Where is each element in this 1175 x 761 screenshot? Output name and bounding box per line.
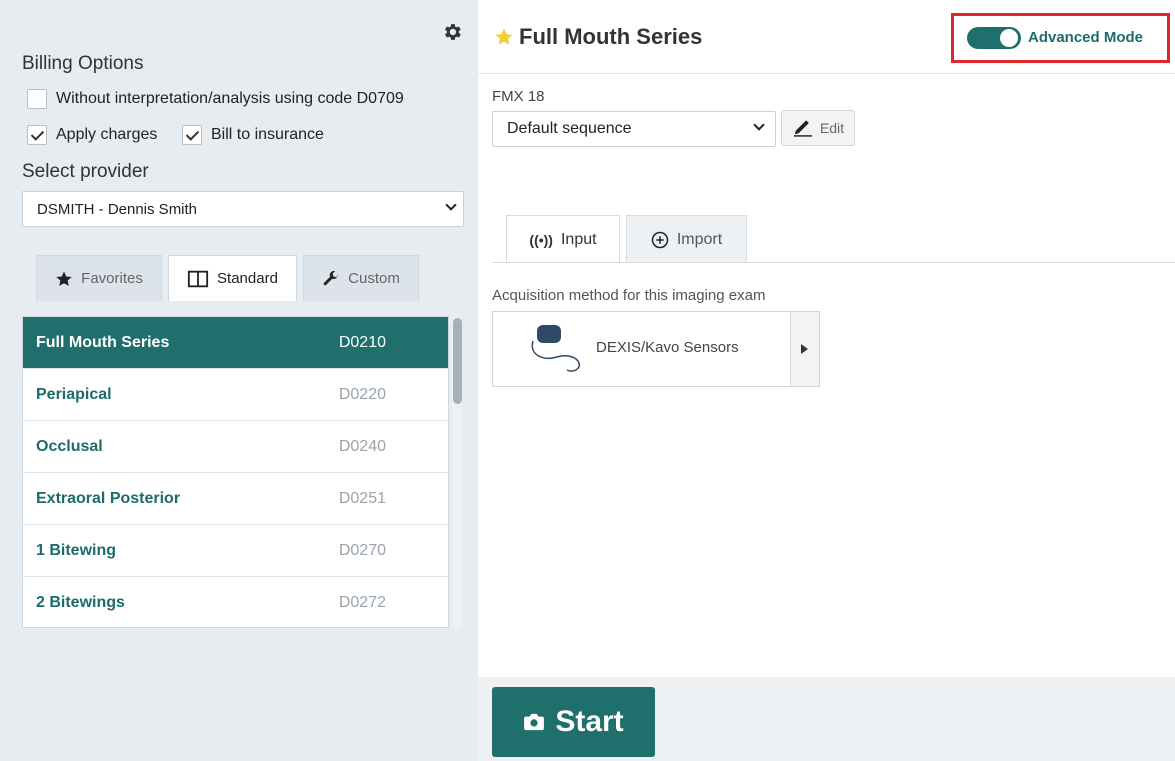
page-title: Full Mouth Series [519, 24, 703, 49]
tab-input-label: Input [560, 230, 597, 248]
list-item[interactable]: 1 Bitewing D0270 [23, 525, 448, 577]
apply-charges-checkbox[interactable] [27, 125, 47, 145]
tab-standard[interactable]: Standard [168, 255, 297, 301]
apply-charges-row[interactable]: Apply charges [27, 125, 157, 145]
list-item[interactable]: Periapical D0220 [23, 369, 448, 421]
exam-list-scroll-thumb[interactable] [453, 318, 462, 404]
tab-import[interactable]: Import [626, 215, 747, 263]
start-label: Start [555, 705, 624, 738]
exam-code: D0240 [338, 437, 386, 455]
exam-name: Periapical [36, 385, 112, 403]
edit-sequence-button[interactable]: Edit [781, 110, 855, 146]
tab-favorites[interactable]: Favorites [36, 255, 162, 301]
exam-name: 2 Bitewings [36, 593, 125, 611]
tab-input[interactable]: ((•)) Input [506, 215, 620, 263]
exam-code: D0270 [338, 541, 386, 559]
tab-import-label: Import [676, 230, 723, 248]
book-icon [187, 270, 209, 287]
provider-select[interactable]: DSMITH - Dennis Smith [22, 191, 464, 227]
acquisition-label: Acquisition method for this imaging exam [492, 287, 766, 304]
without-interpretation-row[interactable]: Without interpretation/analysis using co… [27, 89, 404, 109]
gear-icon[interactable] [441, 21, 463, 43]
exam-list: Full Mouth Series D0210 Periapical D0220… [22, 316, 449, 628]
sequence-selected-value: Default sequence [507, 120, 632, 137]
tab-standard-label: Standard [217, 270, 278, 287]
billing-options-title: Billing Options [22, 53, 144, 74]
tab-favorites-label: Favorites [81, 270, 143, 287]
sensor-icon [527, 323, 589, 375]
advanced-mode-label[interactable]: Advanced Mode [1028, 29, 1143, 46]
exam-name: 1 Bitewing [36, 541, 117, 559]
exam-code: D0251 [338, 489, 386, 507]
list-item[interactable]: 2 Bitewings D0272 [23, 577, 448, 627]
list-item[interactable]: Occlusal D0240 [23, 421, 448, 473]
star-icon [56, 271, 72, 286]
plus-circle-icon [651, 231, 669, 248]
tab-custom-label: Custom [348, 270, 400, 287]
favorite-star-icon[interactable] [494, 27, 514, 47]
exam-name: Extraoral Posterior [36, 489, 181, 507]
tab-custom[interactable]: Custom [303, 255, 419, 301]
exam-category-tabs: Favorites Standard Custom [36, 255, 419, 301]
edit-label: Edit [819, 120, 845, 136]
bill-to-insurance-row[interactable]: Bill to insurance [182, 125, 324, 145]
list-item[interactable]: Full Mouth Series D0210 [23, 317, 448, 369]
apply-charges-label: Apply charges [56, 126, 158, 143]
camera-icon [524, 713, 545, 731]
chevron-down-icon [753, 119, 765, 131]
without-interpretation-checkbox[interactable] [27, 89, 47, 109]
caret-right-icon [801, 344, 808, 354]
exam-name: Occlusal [36, 437, 103, 455]
sequence-select[interactable]: Default sequence [492, 111, 776, 147]
pencil-icon [793, 120, 812, 137]
sensor-device-name: DEXIS/Kavo Sensors [596, 339, 739, 356]
chevron-down-icon [445, 199, 457, 211]
exam-name: Full Mouth Series [36, 333, 170, 351]
exam-code: D0210 [338, 333, 386, 351]
exam-code: D0220 [338, 385, 386, 403]
list-item[interactable]: Extraoral Posterior D0251 [23, 473, 448, 525]
without-interpretation-label: Without interpretation/analysis using co… [56, 90, 404, 107]
wrench-icon [323, 270, 339, 285]
bill-to-insurance-label: Bill to insurance [211, 126, 324, 143]
toggle-knob [1000, 29, 1018, 47]
sequence-label: FMX 18 [492, 88, 545, 105]
exam-code: D0272 [338, 593, 386, 611]
header-divider [478, 73, 1175, 74]
select-provider-label: Select provider [22, 161, 149, 182]
start-button[interactable]: Start [492, 687, 655, 757]
tab-divider [492, 262, 1175, 263]
provider-selected-value: DSMITH - Dennis Smith [37, 200, 198, 218]
broadcast-icon: ((•)) [529, 231, 553, 248]
bill-to-insurance-checkbox[interactable] [182, 125, 202, 145]
